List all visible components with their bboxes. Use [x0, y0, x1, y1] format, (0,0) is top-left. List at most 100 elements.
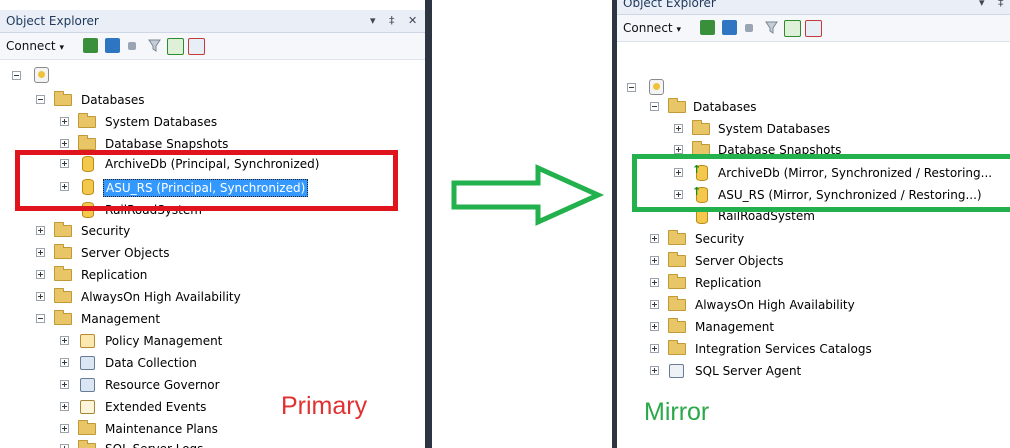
mirror-object-explorer: Object Explorer ▾ ‡ Connect ▾ Databases … [617, 0, 1010, 448]
folder-icon [668, 340, 686, 355]
tree-label: Databases [81, 93, 145, 107]
mirror-connect-dropdown[interactable]: Connect ▾ [623, 21, 681, 35]
folder-icon [78, 420, 96, 435]
activity-monitor-icon[interactable] [805, 20, 822, 37]
mirror-highlight-box [632, 154, 1010, 212]
server-icon [649, 79, 664, 95]
primary-right-border [425, 0, 432, 448]
tree-label: Security [695, 232, 745, 246]
activity-monitor-icon[interactable] [188, 38, 205, 55]
mirror-title-bar: Object Explorer ▾ ‡ [617, 0, 1010, 15]
expand-icon[interactable] [674, 145, 683, 154]
filter-icon[interactable] [764, 20, 779, 35]
mirror-panel-title: Object Explorer [623, 0, 716, 10]
tree-label: Server Objects [695, 254, 784, 268]
extended-events-icon [80, 400, 95, 414]
collapse-icon[interactable] [12, 71, 21, 80]
tree-label: Policy Management [105, 334, 223, 348]
expand-icon[interactable] [650, 322, 659, 331]
folder-icon [54, 310, 72, 325]
tree-label: Extended Events [105, 400, 207, 414]
filter-icon[interactable] [147, 38, 162, 53]
tree-label: System Databases [105, 115, 218, 129]
expand-icon[interactable] [60, 358, 69, 367]
mirror-window-controls[interactable]: ▾ ‡ [979, 0, 1009, 9]
chevron-down-icon: ▾ [676, 25, 681, 35]
collapse-icon[interactable] [650, 102, 659, 111]
primary-toolbar: Connect ▾ [0, 33, 425, 60]
tree-label: Replication [695, 276, 762, 290]
primary-panel-title: Object Explorer [6, 14, 99, 28]
expand-icon[interactable] [650, 366, 659, 375]
refresh-icon[interactable] [167, 38, 184, 55]
tree-label: Server Objects [81, 246, 170, 260]
folder-icon [668, 274, 686, 289]
tree-label: AlwaysOn High Availability [81, 290, 241, 304]
disconnect-icon[interactable] [722, 20, 737, 35]
tree-label: Security [81, 224, 131, 238]
primary-connect-label: Connect [6, 39, 56, 53]
expand-icon[interactable] [60, 139, 69, 148]
folder-icon [78, 440, 96, 448]
tree-label: AlwaysOn High Availability [695, 298, 855, 312]
expand-icon[interactable] [650, 344, 659, 353]
expand-icon[interactable] [650, 278, 659, 287]
expand-icon[interactable] [36, 292, 45, 301]
mirror-toolbar: Connect ▾ [617, 15, 1010, 42]
folder-icon [54, 244, 72, 259]
green-arrow [451, 164, 605, 226]
chevron-down-icon: ▾ [59, 43, 64, 53]
tree-label: Resource Governor [105, 378, 220, 392]
stop-icon[interactable] [745, 24, 753, 32]
expand-icon[interactable] [650, 256, 659, 265]
folder-icon [54, 222, 72, 237]
expand-icon[interactable] [674, 124, 683, 133]
policy-icon [80, 334, 95, 348]
expand-icon[interactable] [60, 444, 69, 448]
expand-icon[interactable] [60, 336, 69, 345]
expand-icon[interactable] [650, 234, 659, 243]
folder-icon [54, 91, 72, 106]
expand-icon[interactable] [36, 248, 45, 257]
expand-icon[interactable] [60, 380, 69, 389]
folder-icon [668, 252, 686, 267]
expand-icon[interactable] [60, 117, 69, 126]
folder-icon [668, 230, 686, 245]
refresh-icon[interactable] [784, 20, 801, 37]
collapse-icon[interactable] [36, 314, 45, 323]
expand-icon[interactable] [60, 424, 69, 433]
primary-window-controls[interactable]: ▾ ‡ ✕ [370, 14, 422, 27]
tree-label: Management [695, 320, 775, 334]
server-icon [34, 67, 49, 83]
tree-label: SQL Server Logs [105, 439, 203, 448]
expand-icon[interactable] [36, 226, 45, 235]
collapse-icon[interactable] [36, 95, 45, 104]
folder-icon [78, 135, 96, 150]
primary-highlight-box [15, 150, 398, 211]
disconnect-icon[interactable] [105, 38, 120, 53]
expand-icon[interactable] [650, 300, 659, 309]
expand-icon[interactable] [60, 402, 69, 411]
connect-object-explorer-icon[interactable] [83, 38, 98, 53]
tree-label: System Databases [718, 122, 831, 136]
sql-agent-icon [669, 364, 684, 378]
folder-icon [78, 113, 96, 128]
folder-icon [668, 318, 686, 333]
tree-label: SQL Server Agent [695, 364, 802, 378]
tree-label: Replication [81, 268, 148, 282]
tree-label: Maintenance Plans [105, 422, 218, 436]
folder-icon [54, 288, 72, 303]
connect-object-explorer-icon[interactable] [700, 20, 715, 35]
stop-icon[interactable] [128, 42, 136, 50]
primary-connect-dropdown[interactable]: Connect ▾ [6, 39, 64, 53]
folder-icon [692, 120, 710, 135]
folder-icon [54, 266, 72, 281]
expand-icon[interactable] [36, 270, 45, 279]
data-collection-icon [80, 356, 95, 370]
folder-icon [668, 98, 686, 113]
primary-caption: Primary [281, 392, 368, 420]
tree-label: Data Collection [105, 356, 197, 370]
collapse-icon[interactable] [627, 83, 636, 92]
tree-label: Management [81, 312, 161, 326]
primary-title-bar: Object Explorer ▾ ‡ ✕ [0, 10, 425, 33]
